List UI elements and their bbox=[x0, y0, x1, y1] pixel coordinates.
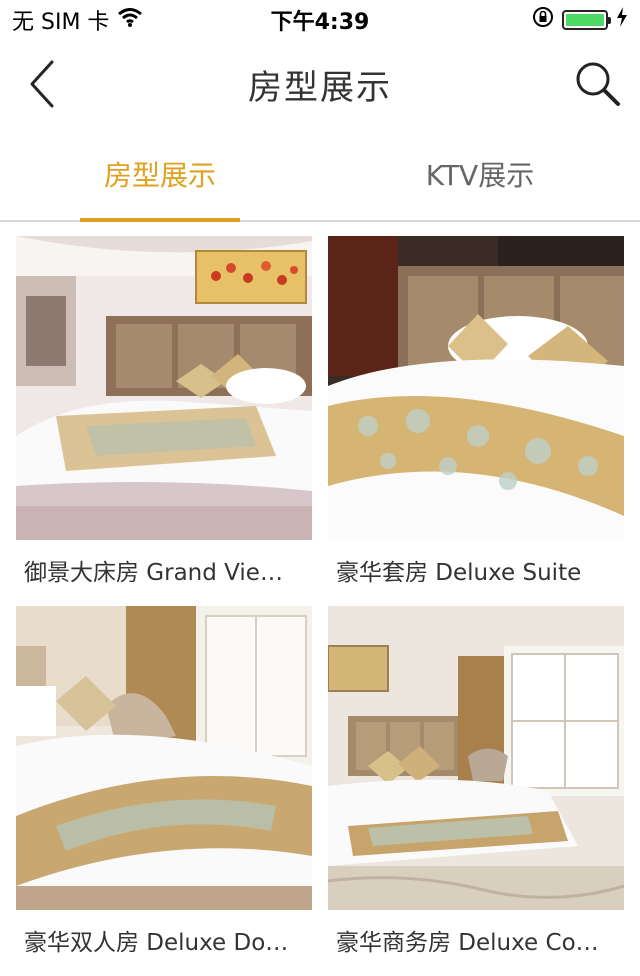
tab-label: KTV展示 bbox=[425, 159, 535, 192]
room-card[interactable]: 豪华商务房 Deluxe Co… bbox=[328, 606, 624, 976]
active-tab-indicator bbox=[80, 218, 240, 222]
search-button[interactable] bbox=[572, 58, 624, 110]
status-left: 无 SIM 卡 bbox=[12, 4, 143, 36]
room-caption: 豪华商务房 Deluxe Co… bbox=[336, 930, 599, 956]
orientation-lock-icon bbox=[532, 6, 554, 34]
battery-fill bbox=[566, 14, 604, 26]
room-photo bbox=[16, 236, 312, 540]
room-photo bbox=[328, 236, 624, 540]
room-caption: 豪华套房 Deluxe Suite bbox=[336, 560, 582, 586]
room-photo bbox=[16, 606, 312, 910]
room-card[interactable]: 豪华双人房 Deluxe Do… bbox=[16, 606, 312, 976]
navigation-bar: 房型展示 bbox=[0, 40, 640, 128]
charging-icon bbox=[616, 7, 628, 33]
carrier-label: 无 SIM 卡 bbox=[12, 10, 110, 35]
room-caption: 豪华双人房 Deluxe Do… bbox=[24, 930, 289, 956]
status-right bbox=[532, 6, 628, 34]
tab-ktv[interactable]: KTV展示 bbox=[320, 128, 640, 220]
tab-room-types[interactable]: 房型展示 bbox=[0, 128, 320, 222]
room-card[interactable]: 御景大床房 Grand Vie… bbox=[16, 236, 312, 606]
chevron-left-icon bbox=[30, 60, 54, 108]
tab-label: 房型展示 bbox=[103, 159, 216, 192]
room-caption: 御景大床房 Grand Vie… bbox=[24, 560, 283, 586]
status-bar: 无 SIM 卡 下午4:39 bbox=[0, 0, 640, 40]
room-card[interactable]: 豪华套房 Deluxe Suite bbox=[328, 236, 624, 606]
room-photo bbox=[328, 606, 624, 910]
page-title: 房型展示 bbox=[248, 67, 392, 108]
tab-bar: 房型展示 KTV展示 bbox=[0, 128, 640, 222]
room-grid: 御景大床房 Grand Vie… 豪华套房 Deluxe Suite 豪华双人房… bbox=[16, 236, 624, 976]
battery-icon bbox=[562, 10, 611, 30]
search-icon bbox=[576, 62, 620, 106]
back-button[interactable] bbox=[22, 58, 62, 110]
wifi-icon bbox=[117, 7, 143, 33]
